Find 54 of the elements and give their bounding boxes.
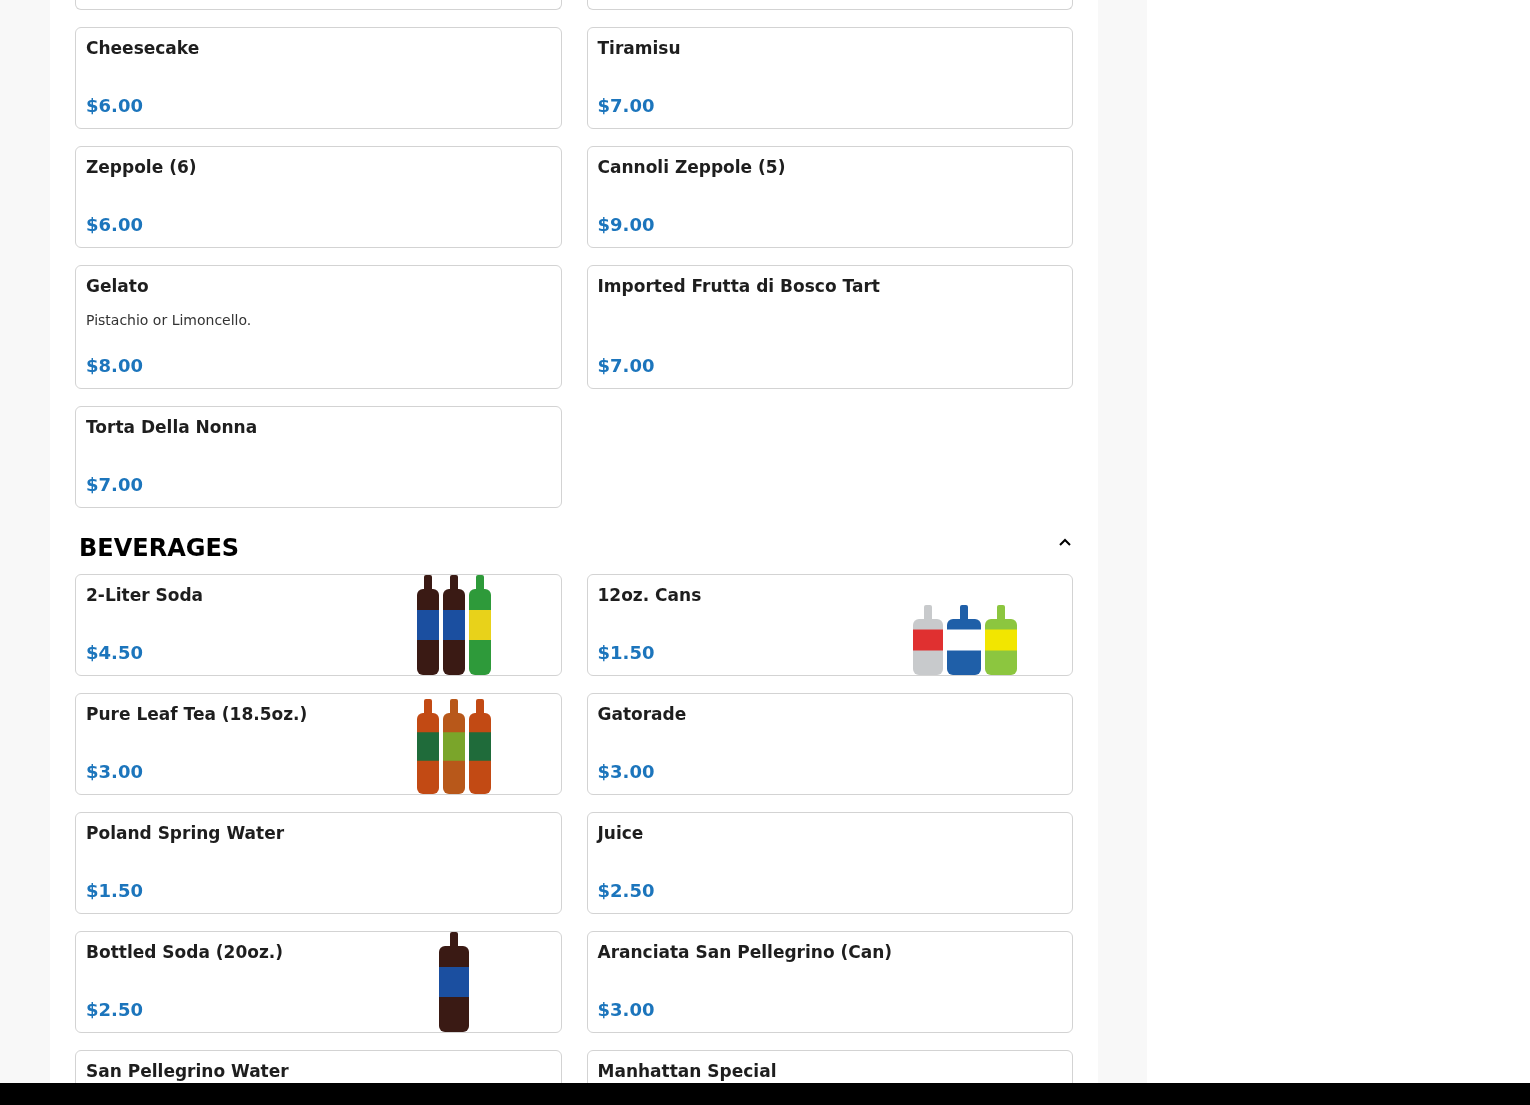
menu-item-card[interactable]: 12oz. Cans $1.50 bbox=[586, 574, 1073, 676]
item-name: Gatorade bbox=[597, 704, 688, 724]
item-name: Juice bbox=[597, 823, 645, 843]
menu-item-card[interactable]: Pure Leaf Tea (18.5oz.) $3.00 bbox=[75, 693, 562, 795]
menu-item-card[interactable]: Cannoli Zeppole (5) $9.00 bbox=[586, 146, 1073, 248]
menu-item-card[interactable]: Gelato Pistachio or Limoncello. $8.00 bbox=[75, 265, 562, 389]
item-price: $3.00 bbox=[86, 761, 144, 782]
item-name: Cheesecake bbox=[86, 38, 201, 58]
item-name: Zeppole (6) bbox=[86, 157, 198, 177]
item-price: $1.50 bbox=[86, 880, 144, 901]
item-name: San Pellegrino Water bbox=[86, 1061, 290, 1081]
item-name: Poland Spring Water bbox=[86, 823, 286, 843]
item-name: Gelato bbox=[86, 276, 150, 296]
item-price: $7.00 bbox=[597, 95, 656, 116]
menu-item-card[interactable] bbox=[586, 0, 1073, 10]
menu-item-card[interactable]: Aranciata San Pellegrino (Can) $3.00 bbox=[586, 931, 1073, 1033]
menu-item-card[interactable]: San Pellegrino Water bbox=[75, 1050, 562, 1083]
item-name: 12oz. Cans bbox=[597, 585, 703, 605]
menu-item-card[interactable]: Gatorade $3.00 bbox=[586, 693, 1073, 795]
item-price: $6.00 bbox=[86, 95, 144, 116]
menu-item-card[interactable]: Manhattan Special bbox=[586, 1050, 1073, 1083]
chevron-up-icon[interactable] bbox=[1058, 537, 1072, 547]
menu-item-card[interactable]: 2-Liter Soda $4.50 bbox=[75, 574, 562, 676]
menu-item-card[interactable]: Imported Frutta di Bosco Tart $7.00 bbox=[586, 265, 1073, 389]
item-name: Tiramisu bbox=[597, 38, 682, 58]
menu-item-card[interactable]: Juice $2.50 bbox=[586, 812, 1073, 914]
item-price: $4.50 bbox=[86, 642, 144, 663]
item-price: $2.50 bbox=[597, 880, 656, 901]
menu-item-card[interactable]: Poland Spring Water $1.50 bbox=[75, 812, 562, 914]
item-price: $6.00 bbox=[86, 214, 144, 235]
menu-item-card[interactable]: Cheesecake $6.00 bbox=[75, 27, 562, 129]
item-price: $8.00 bbox=[86, 355, 144, 376]
item-description: Pistachio or Limoncello. bbox=[86, 311, 253, 330]
section-heading: BEVERAGES bbox=[79, 534, 240, 562]
item-price: $9.00 bbox=[597, 214, 656, 235]
item-price: $3.00 bbox=[597, 999, 656, 1020]
item-name: Bottled Soda (20oz.) bbox=[86, 942, 285, 962]
item-name: Aranciata San Pellegrino (Can) bbox=[597, 942, 894, 962]
item-price: $7.00 bbox=[86, 474, 144, 495]
item-name: Imported Frutta di Bosco Tart bbox=[597, 276, 881, 296]
item-name: Pure Leaf Tea (18.5oz.) bbox=[86, 704, 309, 724]
menu-item-card[interactable]: Bottled Soda (20oz.) $2.50 bbox=[75, 931, 562, 1033]
item-name: Manhattan Special bbox=[597, 1061, 778, 1081]
menu-item-card[interactable]: Tiramisu $7.00 bbox=[586, 27, 1073, 129]
item-name: Cannoli Zeppole (5) bbox=[597, 157, 787, 177]
item-name: Torta Della Nonna bbox=[86, 417, 259, 437]
menu-item-card[interactable]: Zeppole (6) $6.00 bbox=[75, 146, 562, 248]
item-price: $2.50 bbox=[86, 999, 144, 1020]
item-price: $7.00 bbox=[597, 355, 656, 376]
menu-item-card[interactable]: Torta Della Nonna $7.00 bbox=[75, 406, 562, 508]
item-price: $3.00 bbox=[597, 761, 656, 782]
item-name: 2-Liter Soda bbox=[86, 585, 205, 605]
item-price: $1.50 bbox=[597, 642, 656, 663]
menu-item-card[interactable] bbox=[75, 0, 562, 10]
